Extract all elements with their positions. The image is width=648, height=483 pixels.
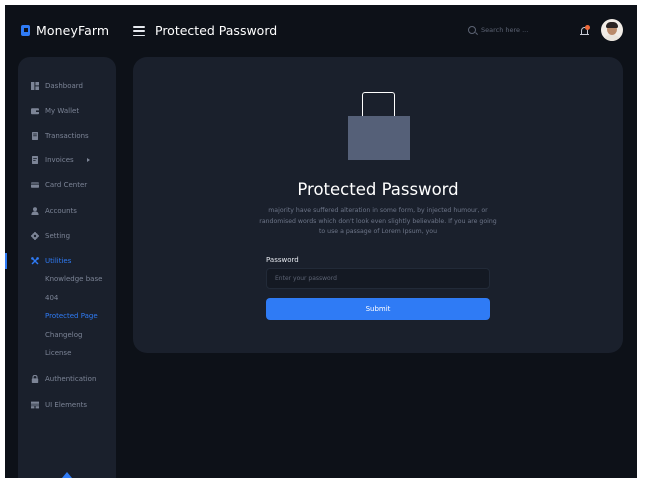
sidebar-item-setting[interactable]: Setting	[18, 228, 116, 244]
gear-icon	[31, 232, 39, 240]
submenu-item-knowledge-base[interactable]: Knowledge base	[45, 275, 102, 283]
submenu-item-license[interactable]: License	[45, 349, 71, 357]
search-input[interactable]	[481, 26, 551, 34]
submit-button[interactable]: Submit	[266, 298, 490, 320]
sidebar-item-dashboard[interactable]: Dashboard	[18, 78, 116, 94]
page-title: Protected Password	[155, 23, 278, 38]
sidebar-item-card-center[interactable]: Card Center	[18, 177, 116, 193]
hamburger-menu-icon[interactable]	[133, 26, 145, 36]
logo-mark-icon	[21, 25, 30, 36]
search-bar	[468, 26, 551, 34]
sidebar-item-label: Transactions	[45, 132, 89, 140]
sidebar-item-accounts[interactable]: Accounts	[18, 203, 116, 219]
sidebar-item-label: Utilities	[45, 257, 72, 265]
tools-icon	[31, 257, 39, 265]
sidebar-item-ui-elements[interactable]: UI Elements	[18, 397, 116, 413]
sidebar-item-my-wallet[interactable]: My Wallet	[18, 103, 116, 119]
padlock-icon	[348, 92, 410, 160]
search-icon[interactable]	[468, 26, 476, 34]
submenu-item-changelog[interactable]: Changelog	[45, 331, 82, 339]
user-icon	[31, 207, 39, 215]
sidebar-item-authentication[interactable]: Authentication	[18, 371, 116, 387]
sidebar-scroll-caret-icon[interactable]	[62, 472, 72, 478]
brand-name: MoneyFarm	[36, 23, 110, 38]
sidebar-item-label: UI Elements	[45, 401, 88, 409]
card-title: Protected Password	[297, 180, 459, 199]
submenu-arrow-icon	[87, 158, 90, 162]
top-header: MoneyFarm Protected Password	[5, 5, 637, 57]
sidebar-item-utilities[interactable]: Utilities	[5, 253, 116, 269]
card-description: majority have suffered alteration in som…	[259, 207, 497, 236]
sidebar-item-invoices[interactable]: Invoices	[18, 152, 116, 168]
submenu-item-404[interactable]: 404	[45, 294, 58, 302]
notification-dot	[585, 25, 590, 30]
brand-logo[interactable]: MoneyFarm	[21, 23, 109, 38]
bell-icon[interactable]	[580, 25, 590, 36]
sidebar-item-label: Authentication	[45, 375, 97, 383]
sidebar: Dashboard My Wallet Transactions Invoice…	[5, 57, 116, 478]
password-field[interactable]	[266, 268, 490, 289]
sidebar-item-label: My Wallet	[45, 107, 80, 115]
avatar[interactable]	[601, 19, 623, 41]
app-frame: MoneyFarm Protected Password Dashboard	[5, 5, 637, 478]
dashboard-icon	[31, 82, 39, 90]
receipt-icon	[32, 132, 38, 140]
submenu-item-protected-page[interactable]: Protected Page	[45, 312, 98, 320]
lock-icon	[31, 375, 39, 383]
credit-card-icon	[31, 182, 39, 188]
wallet-icon	[31, 108, 39, 115]
protected-password-card: Protected Password majority have suffere…	[133, 57, 623, 353]
sidebar-item-transactions[interactable]: Transactions	[18, 128, 116, 144]
sidebar-item-label: Accounts	[45, 207, 77, 215]
sidebar-item-label: Setting	[45, 232, 71, 240]
password-label: Password	[266, 256, 299, 264]
sidebar-item-label: Invoices	[45, 156, 74, 164]
sidebar-item-label: Card Center	[45, 181, 88, 189]
ui-elements-icon	[31, 401, 39, 409]
sidebar-item-label: Dashboard	[45, 82, 83, 90]
active-indicator	[5, 253, 7, 269]
invoice-icon	[32, 156, 38, 164]
